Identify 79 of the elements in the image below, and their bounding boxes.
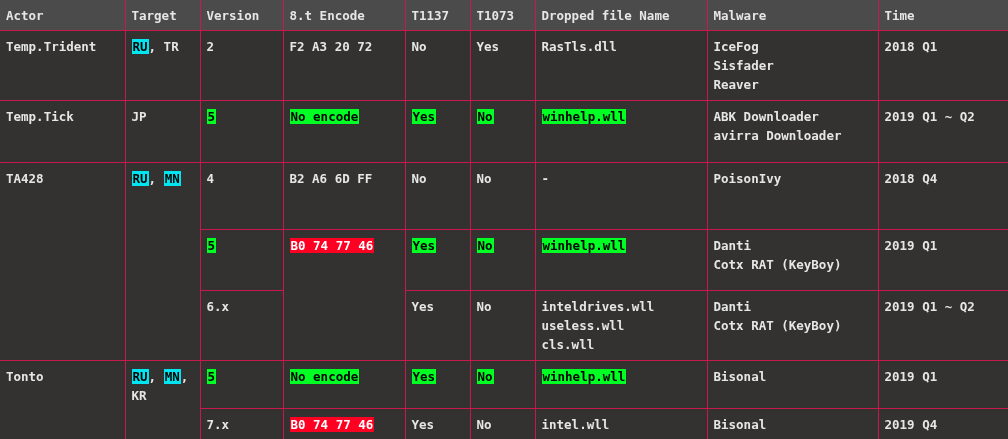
cell-text: RasTls.dll [541, 39, 617, 54]
highlighted-value: No [476, 109, 494, 124]
cell-text: Reaver [713, 77, 759, 92]
cell-text: , [148, 369, 158, 384]
cell-text: 2019 Q1 ~ Q2 [884, 299, 975, 314]
cell-text: Temp.Trident [6, 39, 97, 54]
cell-text: 2 [206, 39, 215, 54]
column-header: Time [878, 0, 1008, 31]
cell-text: Yes [476, 39, 500, 54]
cell-text: ABK Downloader [713, 109, 819, 124]
column-header: T1137 [405, 0, 470, 31]
cell-text: 2019 Q1 [884, 369, 938, 384]
highlighted-value: 5 [206, 238, 217, 253]
column-header: T1073 [470, 0, 535, 31]
highlighted-code: RU [131, 369, 149, 384]
cell-text: Temp.Tick [6, 109, 74, 124]
cell-text: No [476, 299, 492, 314]
column-header: Malware [707, 0, 878, 31]
cell-text: KR [131, 388, 147, 403]
cell-text: , [148, 171, 158, 186]
cell-text: inteldrives.wll [541, 299, 655, 314]
cell-text: No [411, 171, 427, 186]
highlighted-value: winhelp.wll [541, 369, 627, 384]
highlighted-value: winhelp.wll [541, 238, 627, 253]
cell-text: intel.wll [541, 417, 610, 432]
cell-text: No [476, 417, 492, 432]
highlighted-value: No encode [289, 369, 360, 384]
highlighted-value: 5 [206, 369, 217, 384]
highlighted-value: No [476, 369, 494, 384]
cell-text: JP [131, 109, 147, 124]
highlighted-code: MN [163, 171, 181, 186]
cell-text: Cotx RAT (KeyBoy) [713, 318, 842, 333]
highlighted-value: B0 74 77 46 [289, 417, 375, 432]
cell-text: PoisonIvy [713, 171, 782, 186]
highlighted-value: No encode [289, 109, 360, 124]
highlighted-code: RU [131, 171, 149, 186]
cell-text: TA428 [6, 171, 44, 186]
cell-text: 2019 Q1 [884, 238, 938, 253]
highlighted-value: 5 [206, 109, 217, 124]
highlighted-value: No [476, 238, 494, 253]
cell-text: cls.wll [541, 337, 595, 352]
cell-text: Yes [411, 299, 435, 314]
cell-text: avirra Downloader [713, 128, 842, 143]
highlighted-value: winhelp.wll [541, 109, 627, 124]
cell-text: F2 A3 20 72 [289, 39, 373, 54]
column-header: Dropped file Name [535, 0, 707, 31]
cell-text: B2 A6 6D FF [289, 171, 373, 186]
column-header: Target [125, 0, 200, 31]
cell-text: Bisonal [713, 369, 767, 384]
cell-text: Bisonal [713, 417, 767, 432]
cell-text: , [180, 369, 189, 384]
cell-text: IceFog [713, 39, 759, 54]
highlighted-value: Yes [411, 238, 437, 253]
highlighted-code: MN [163, 369, 181, 384]
cell-text: , TR [148, 39, 179, 54]
cell-text: useless.wll [541, 318, 625, 333]
highlighted-value: Yes [411, 369, 437, 384]
cell-text: 6.x [206, 299, 230, 314]
cell-text: - [541, 171, 550, 186]
cell-text: Cotx RAT (KeyBoy) [713, 257, 842, 272]
cell-text: Sisfader [713, 58, 774, 73]
cell-text: 2018 Q1 [884, 39, 938, 54]
cell-text: 2019 Q1 ~ Q2 [884, 109, 975, 124]
highlighted-value: Yes [411, 109, 437, 124]
highlighted-value: B0 74 77 46 [289, 238, 375, 253]
cell-text: 2019 Q4 [884, 417, 938, 432]
cell-text: No [476, 171, 492, 186]
cell-text: 7.x [206, 417, 230, 432]
cell-text: 2018 Q4 [884, 171, 938, 186]
cell-text: Yes [411, 417, 435, 432]
cell-text: Tonto [6, 369, 44, 384]
column-header: Actor [0, 0, 125, 31]
cell-text: Danti [713, 238, 752, 253]
cell-text: Danti [713, 299, 752, 314]
cell-text: 4 [206, 171, 215, 186]
column-header: Version [200, 0, 283, 31]
column-header: 8.t Encode [283, 0, 405, 31]
cell-text: No [411, 39, 427, 54]
highlighted-code: RU [131, 39, 149, 54]
